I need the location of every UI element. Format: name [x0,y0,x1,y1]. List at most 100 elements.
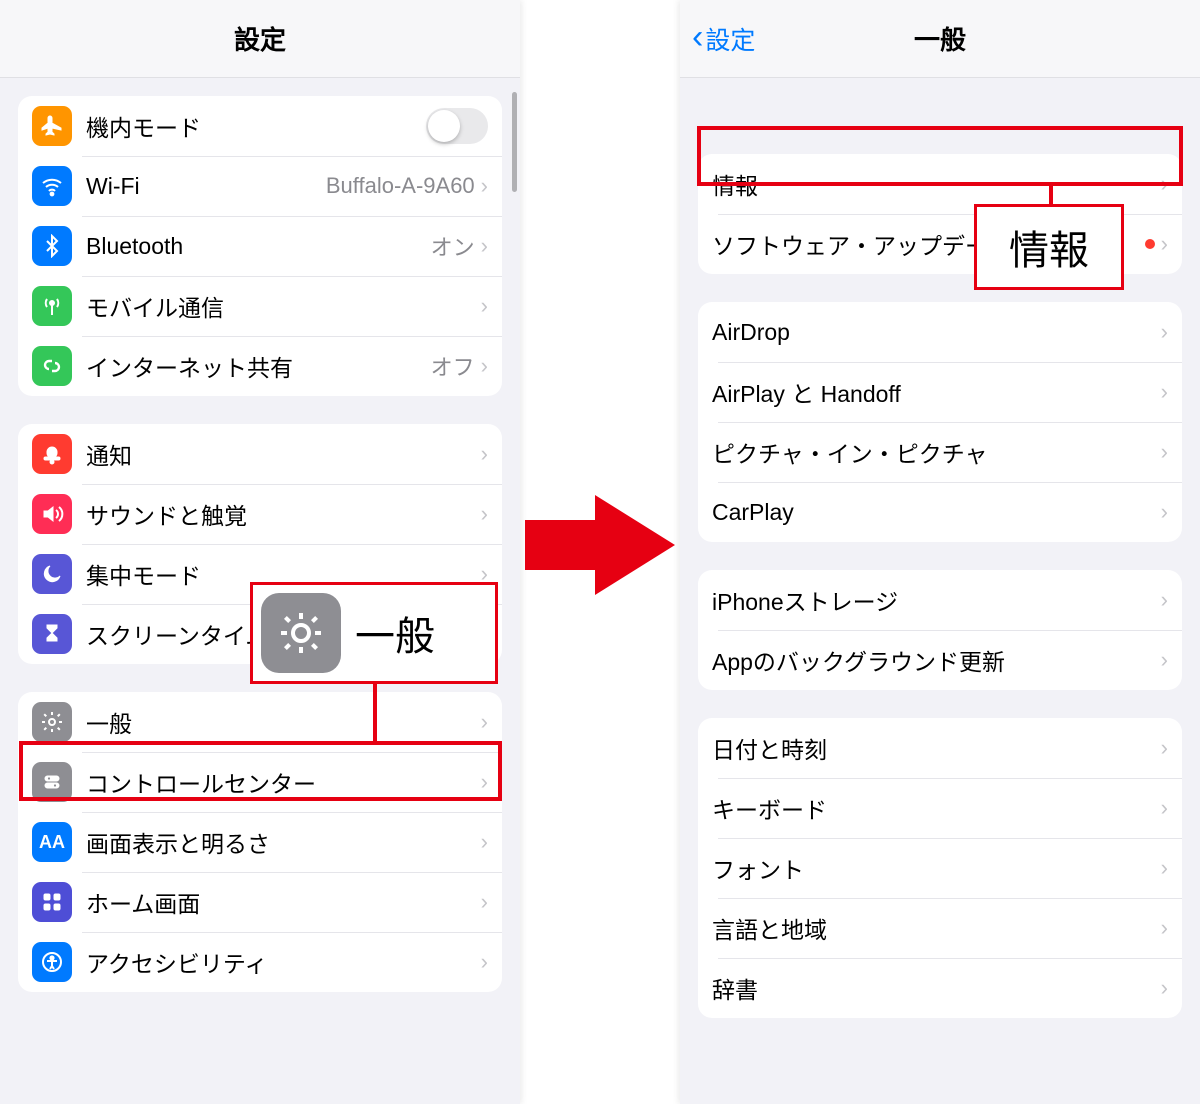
settings-screen: 設定 機内モード Wi-Fi Buffalo-A-9A60 › [0,0,520,1104]
airplane-icon [32,106,72,146]
row-home[interactable]: ホーム画面 › [18,872,502,932]
chevron-right-icon: › [481,235,488,257]
chevron-right-icon: › [1161,321,1168,343]
antenna-icon [32,286,72,326]
row-general[interactable]: 一般 › [18,692,502,752]
chevron-left-icon: ‹ [692,20,703,54]
hotspot-value: オフ [431,350,475,382]
row-fonts[interactable]: フォント › [698,838,1182,898]
settings-group-general: 一般 › コントロールセンター › AA 画面表示と明るさ › ホーム画面 [18,692,502,992]
row-label: Wi-Fi [86,173,326,200]
row-cellular[interactable]: モバイル通信 › [18,276,502,336]
callout-text: 一般 [355,604,455,662]
row-display[interactable]: AA 画面表示と明るさ › [18,812,502,872]
general-screen: ‹ 設定 一般 情報 › ソフトウェア・アップデート › AirDrop › A… [680,0,1200,1104]
row-label: ピクチャ・イン・ピクチャ [712,435,1161,469]
row-wifi[interactable]: Wi-Fi Buffalo-A-9A60 › [18,156,502,216]
chevron-right-icon: › [481,503,488,525]
connector-line [373,684,377,741]
row-airplay[interactable]: AirPlay と Handoff › [698,362,1182,422]
chevron-right-icon: › [1161,649,1168,671]
row-label: Bluetooth [86,233,431,260]
row-notifications[interactable]: 通知 › [18,424,502,484]
chevron-right-icon: › [1161,857,1168,879]
bluetooth-icon [32,226,72,266]
row-keyboard[interactable]: キーボード › [698,778,1182,838]
chevron-right-icon: › [1161,173,1168,195]
row-pip[interactable]: ピクチャ・イン・ピクチャ › [698,422,1182,482]
row-controlcenter[interactable]: コントロールセンター › [18,752,502,812]
row-label: モバイル通信 [86,289,481,323]
row-label: 画面表示と明るさ [86,825,481,859]
aa-icon: AA [32,822,72,862]
row-label: iPhoneストレージ [712,583,1161,617]
gear-icon [32,702,72,742]
bluetooth-value: オン [431,230,475,262]
row-label: 辞書 [712,971,1161,1005]
speaker-icon [32,494,72,534]
settings-title: 設定 [234,20,286,57]
arrow-icon [525,490,675,600]
row-label: アクセシビリティ [86,945,481,979]
row-label: 情報 [712,167,1161,201]
general-group-locale: 日付と時刻 › キーボード › フォント › 言語と地域 › 辞書 › [698,718,1182,1018]
bell-icon [32,434,72,474]
row-label: 一般 [86,705,481,739]
chevron-right-icon: › [481,295,488,317]
row-storage[interactable]: iPhoneストレージ › [698,570,1182,630]
settings-group-connectivity: 機内モード Wi-Fi Buffalo-A-9A60 › Bluetooth オ… [18,96,502,396]
row-label: ホーム画面 [86,885,481,919]
general-group-airplay: AirDrop › AirPlay と Handoff › ピクチャ・イン・ピク… [698,302,1182,542]
update-badge-icon [1145,239,1155,249]
chevron-right-icon: › [1161,977,1168,999]
chevron-right-icon: › [1161,381,1168,403]
chevron-right-icon: › [481,355,488,377]
chevron-right-icon: › [481,175,488,197]
row-label: コントロールセンター [86,765,481,799]
callout-general: 一般 [250,582,498,684]
row-label: サウンドと触覚 [86,497,481,531]
airplane-toggle[interactable] [426,108,488,144]
chevron-right-icon: › [1161,233,1168,255]
chevron-right-icon: › [481,891,488,913]
chevron-right-icon: › [481,951,488,973]
link-icon [32,346,72,386]
row-datetime[interactable]: 日付と時刻 › [698,718,1182,778]
row-label: キーボード [712,791,1161,825]
row-hotspot[interactable]: インターネット共有 オフ › [18,336,502,396]
scrollbar[interactable] [512,92,517,192]
row-label: 言語と地域 [712,911,1161,945]
back-label: 設定 [705,21,755,57]
row-airplane[interactable]: 機内モード [18,96,502,156]
row-bgrefresh[interactable]: Appのバックグラウンド更新 › [698,630,1182,690]
row-bluetooth[interactable]: Bluetooth オン › [18,216,502,276]
grid-icon [32,882,72,922]
chevron-right-icon: › [481,443,488,465]
row-carplay[interactable]: CarPlay › [698,482,1182,542]
wifi-icon [32,166,72,206]
callout-text: 情報 [1009,218,1089,276]
row-label: AirDrop [712,319,1161,346]
row-label: 日付と時刻 [712,731,1161,765]
chevron-right-icon: › [1161,441,1168,463]
settings-header: 設定 [0,0,520,78]
row-label: CarPlay [712,499,1161,526]
row-label: インターネット共有 [86,349,431,383]
row-accessibility[interactable]: アクセシビリティ › [18,932,502,992]
general-title: 一般 [914,20,966,57]
row-sounds[interactable]: サウンドと触覚 › [18,484,502,544]
row-label: 通知 [86,437,481,471]
general-header: ‹ 設定 一般 [680,0,1200,78]
gear-icon [261,593,341,673]
back-button[interactable]: ‹ 設定 [692,0,755,77]
row-airdrop[interactable]: AirDrop › [698,302,1182,362]
row-dictionary[interactable]: 辞書 › [698,958,1182,1018]
chevron-right-icon: › [481,711,488,733]
row-label: Appのバックグラウンド更新 [712,643,1161,677]
chevron-right-icon: › [481,771,488,793]
accessibility-icon [32,942,72,982]
row-language[interactable]: 言語と地域 › [698,898,1182,958]
switches-icon [32,762,72,802]
general-group-storage: iPhoneストレージ › Appのバックグラウンド更新 › [698,570,1182,690]
row-label: フォント [712,851,1161,885]
